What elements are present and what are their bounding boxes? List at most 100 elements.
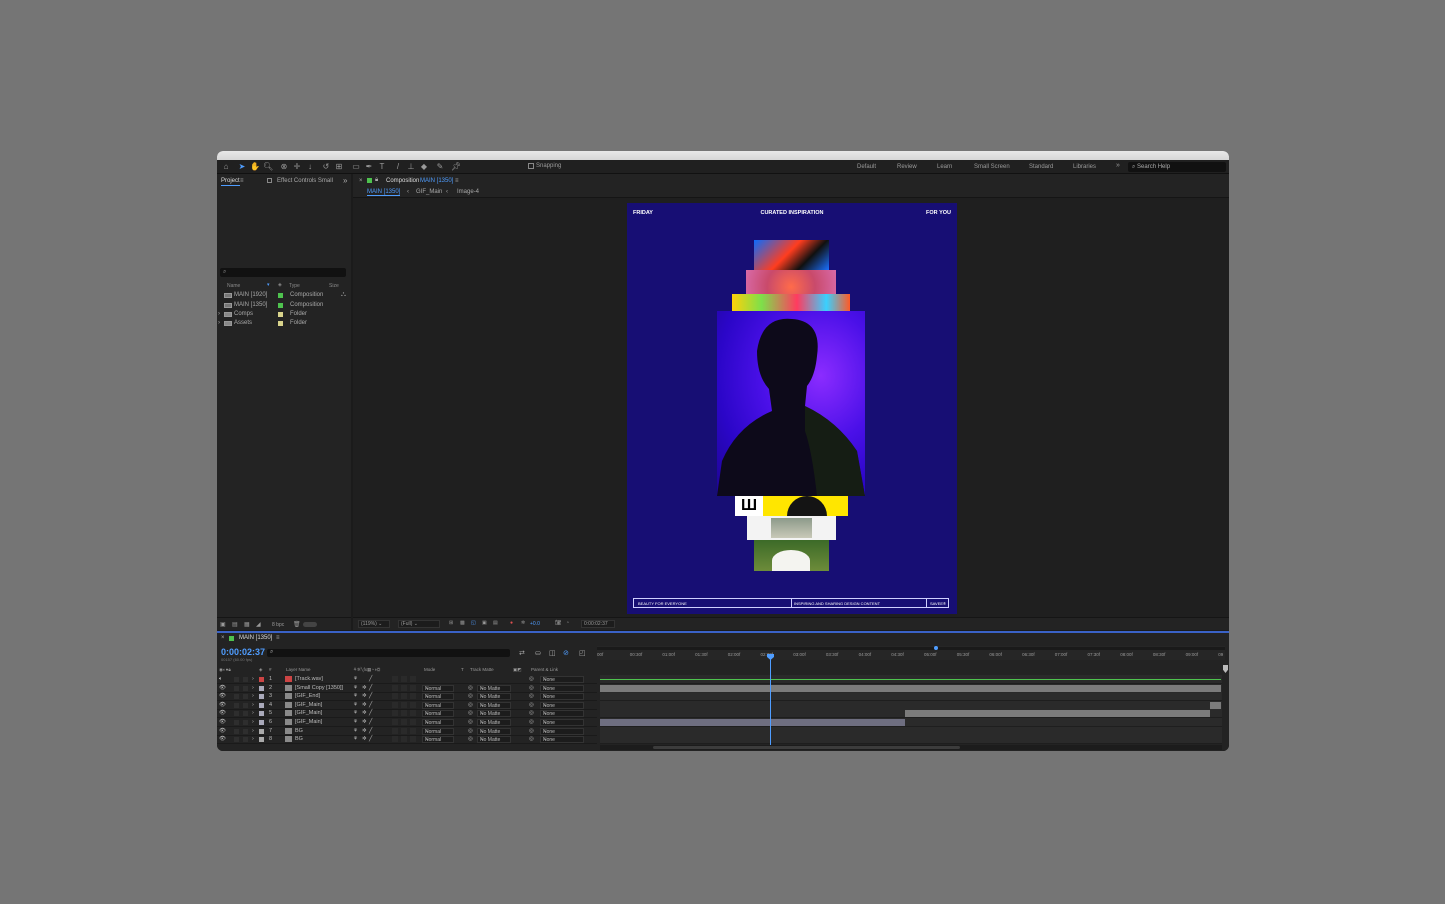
exposure-icon[interactable]: ✲	[521, 620, 525, 626]
adjustment-switch[interactable]	[401, 727, 407, 734]
solo-toggle[interactable]	[234, 694, 239, 700]
close-icon[interactable]: ×	[221, 635, 225, 641]
expand-arrow-icon[interactable]: ›	[252, 710, 254, 716]
dolly-tool-icon[interactable]: ↓	[305, 162, 315, 172]
parent-dropdown[interactable]: None ⌄	[540, 719, 584, 726]
motion-blur-switch[interactable]	[392, 684, 398, 691]
lock-toggle[interactable]	[243, 737, 248, 743]
panel-menu-icon[interactable]: ≡	[455, 178, 459, 184]
home-icon[interactable]: ⌂	[221, 162, 231, 172]
work-area-marker[interactable]	[934, 646, 938, 650]
layer-duration-bar[interactable]	[600, 693, 1221, 701]
layer-label-swatch[interactable]	[259, 702, 264, 708]
collapse-switch-icon[interactable]: ✲	[362, 702, 367, 708]
timeline-comp-name[interactable]: MAIN [1350]	[239, 635, 272, 641]
track-matte-icon[interactable]: ◎	[468, 710, 473, 716]
current-time-display[interactable]: 0:00:02:37	[581, 620, 615, 628]
snapshot-icon[interactable]: 📷︎	[555, 620, 561, 626]
workspace-standard[interactable]: Standard	[1029, 164, 1053, 170]
parent-dropdown[interactable]: None ⌄	[540, 676, 584, 683]
layer-label-swatch[interactable]	[259, 711, 264, 717]
project-tab-menu-icon[interactable]: ≡	[240, 178, 244, 184]
workspace-libraries[interactable]: Libraries	[1073, 164, 1096, 170]
track-matte-dropdown[interactable]: No Matte ⌄	[477, 701, 511, 709]
solo-toggle[interactable]	[234, 685, 239, 691]
timeline-search-input[interactable]: ⌕	[267, 649, 510, 657]
shy-switch-icon[interactable]: ⚘	[353, 702, 358, 708]
layer-duration-bar[interactable]	[905, 710, 1210, 718]
exposure-value[interactable]: +0.0	[530, 621, 540, 627]
collapse-switch-icon[interactable]: ✲	[362, 710, 367, 716]
timeline-timecode[interactable]: 0:00:02:37	[221, 647, 265, 657]
work-area-bar[interactable]	[597, 647, 1225, 650]
project-item[interactable]: MAIN [1350] Composition	[217, 301, 346, 310]
visibility-eye-icon[interactable]: 👁︎	[219, 736, 226, 742]
orbit-tool-icon[interactable]: ⊗	[279, 162, 289, 172]
pickwhip-icon[interactable]: ◎	[529, 710, 534, 716]
column-mode[interactable]: Mode	[424, 667, 435, 672]
quality-switch-icon[interactable]: ╱	[369, 736, 372, 742]
mode-dropdown[interactable]: Normal ⌄	[422, 710, 454, 718]
snapping-toggle[interactable]: Snapping	[528, 163, 561, 169]
3d-switch[interactable]	[410, 710, 416, 717]
fast-previews-icon[interactable]: ⊞	[449, 620, 453, 626]
breadcrumb-gif-main[interactable]: GIF_Main	[416, 189, 442, 195]
type-tool-icon[interactable]: T	[377, 162, 387, 172]
mode-dropdown[interactable]: Normal ⌄	[422, 736, 454, 744]
expand-arrow-icon[interactable]: ›	[252, 702, 254, 708]
collapse-switch-icon[interactable]: ✲	[362, 728, 367, 734]
layer-duration-bar[interactable]	[600, 679, 1221, 680]
track-matte-dropdown[interactable]: No Matte ⌄	[477, 693, 511, 701]
3d-switch[interactable]	[410, 736, 416, 743]
quality-switch-icon[interactable]: ╱	[369, 676, 372, 682]
layer-row[interactable]: 👁︎ › 8 BG ⚘ ✲ ╱ Normal ⌄ ◎ No Matte ⌄ ◎ None ⌄	[217, 735, 597, 745]
layer-name[interactable]: [GIF_End]	[295, 693, 320, 699]
trash-icon[interactable]: 🗑︎	[293, 621, 301, 628]
column-name[interactable]: Name	[227, 283, 240, 289]
track-matte-icon[interactable]: ◎	[468, 728, 473, 734]
composition-panel-comp[interactable]: MAIN [1350]	[420, 178, 453, 184]
solo-toggle[interactable]	[234, 702, 239, 708]
quality-switch-icon[interactable]: ╱	[369, 685, 372, 691]
pickwhip-icon[interactable]: ◎	[529, 719, 534, 725]
snapping-checkbox[interactable]	[528, 163, 534, 169]
solo-toggle[interactable]	[234, 677, 239, 682]
shy-switch-icon[interactable]: ⚘	[353, 736, 358, 742]
workspace-default[interactable]: Default	[857, 164, 876, 170]
project-item[interactable]: › Assets Folder	[217, 319, 346, 328]
quality-switch-icon[interactable]: ╱	[369, 728, 372, 734]
visibility-eye-icon[interactable]: 👁︎	[219, 685, 226, 691]
track-matte-dropdown[interactable]: No Matte ⌄	[477, 684, 511, 692]
visibility-eye-icon[interactable]: 👁︎	[219, 693, 226, 699]
layer-duration-bar[interactable]	[1210, 701, 1221, 709]
motion-blur-switch[interactable]	[392, 701, 398, 708]
layer-duration-bar[interactable]	[600, 684, 1221, 692]
mode-dropdown[interactable]: Normal ⌄	[422, 727, 454, 735]
visibility-eye-icon[interactable]: 👁︎	[219, 719, 226, 725]
bit-depth-button[interactable]: 8 bpc	[272, 622, 284, 628]
layer-label-swatch[interactable]	[259, 720, 264, 725]
more-workspaces-icon[interactable]: »	[1116, 162, 1120, 169]
eraser-tool-icon[interactable]: ◆	[419, 162, 429, 172]
quality-switch-icon[interactable]: ╱	[369, 693, 372, 699]
show-snapshot-icon[interactable]: ◔	[566, 620, 569, 626]
effect-controls-tab[interactable]: Effect Controls Small	[277, 178, 333, 184]
project-item[interactable]: MAIN [1920] Composition ⛬	[217, 291, 346, 300]
parent-dropdown[interactable]: None ⌄	[540, 684, 584, 692]
collapse-switch-icon[interactable]: ✲	[362, 719, 367, 725]
sort-arrow-icon[interactable]: ▾	[267, 282, 270, 288]
expand-arrow-icon[interactable]: ›	[252, 719, 254, 725]
roto-tool-icon[interactable]: ✎	[435, 162, 445, 172]
zoom-tool-icon[interactable]: 🔍︎	[263, 162, 273, 172]
track-matte-icon[interactable]: ◎	[468, 685, 473, 691]
search-help-input[interactable]: ⌕ Search Help	[1128, 162, 1226, 172]
lock-icon[interactable]: 🔒︎	[375, 177, 378, 184]
pickwhip-icon[interactable]: ◎	[529, 676, 534, 682]
track-matte-icon[interactable]: ◎	[468, 693, 473, 699]
3d-switch[interactable]	[410, 719, 416, 725]
quality-switch-icon[interactable]: ╱	[369, 702, 372, 708]
adjust-icon[interactable]: ◢	[256, 621, 261, 628]
expand-arrow-icon[interactable]: ›	[218, 320, 220, 326]
comp-mini-flowchart-icon[interactable]: ⇄	[519, 649, 525, 657]
breadcrumb-image[interactable]: Image-4	[457, 189, 479, 195]
